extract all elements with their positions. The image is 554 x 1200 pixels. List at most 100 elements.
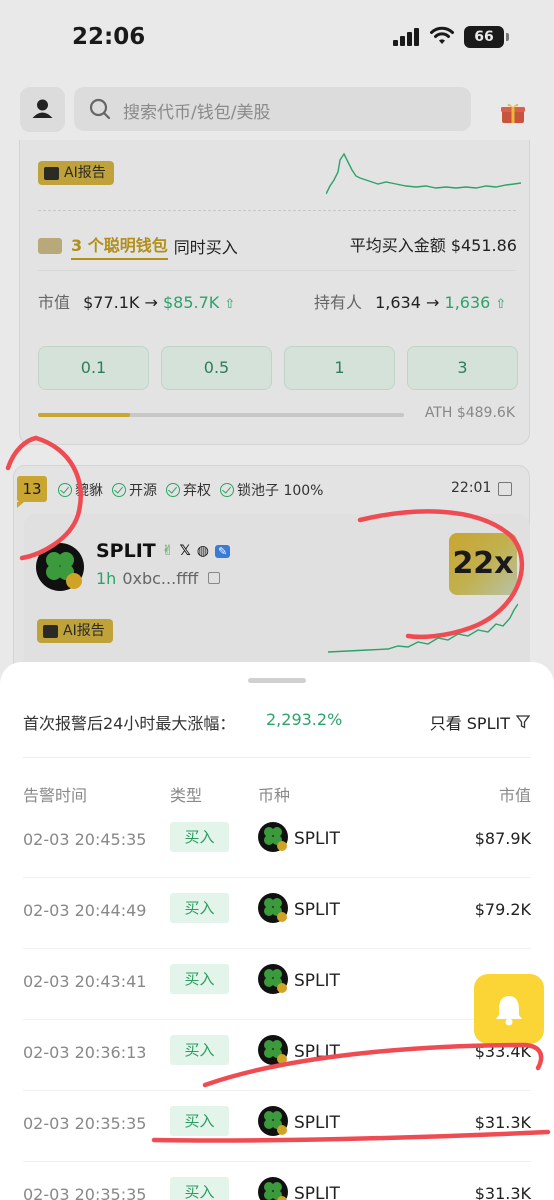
token-avatar: [258, 964, 288, 994]
smart-wallet-count[interactable]: 3 个聪明钱包: [71, 232, 168, 260]
ath-value: ATH $489.6K: [424, 405, 515, 421]
market-cap-to: $85.7K: [163, 293, 220, 312]
smart-wallet-row: 3 个聪明钱包 同时买入: [38, 232, 238, 260]
table-row[interactable]: 02-03 20:35:35 买入 SPLIT $31.3K: [0, 1162, 554, 1200]
quick-buy-button[interactable]: 3: [407, 346, 518, 390]
alert-type-badge: 买入: [170, 893, 229, 923]
copy-icon[interactable]: [208, 572, 221, 584]
arrow-up-icon: ⇧: [224, 297, 236, 312]
check-circle-icon: [166, 483, 180, 497]
tag-item: 锁池子 100%: [220, 480, 323, 500]
arrow-right-icon: →: [144, 293, 163, 312]
holders-from: 1,634: [375, 293, 421, 312]
battery-indicator: 66: [464, 26, 509, 48]
tag-item: 弃权: [166, 480, 211, 500]
x-twitter-icon[interactable]: 𝕏: [179, 543, 190, 559]
ai-report-label: AI报告: [64, 165, 106, 181]
alert-history-sheet: 首次报警后24小时最大涨幅： 2,293.2% 只看 SPLIT 告警时间 类型…: [0, 662, 554, 1200]
clover-icon: [46, 552, 82, 589]
holders-label: 持有人: [314, 293, 363, 312]
ath-progress-fill: [38, 413, 130, 417]
clover-icon: [264, 969, 287, 993]
bell-icon: [496, 996, 522, 1026]
tag-item: 貔貅: [58, 480, 103, 500]
alert-time: 22:01: [451, 480, 492, 496]
header-time: 告警时间: [23, 786, 88, 805]
clover-icon: [264, 1182, 287, 1200]
book-icon: [44, 166, 59, 180]
token-symbol: SPLIT: [294, 829, 340, 849]
table-row[interactable]: 02-03 20:36:13 买入 SPLIT $33.4K: [0, 1020, 554, 1091]
filter-icon: [516, 715, 530, 729]
alert-type-badge: 买入: [170, 822, 229, 852]
hand-icon: ✌: [161, 543, 174, 559]
token-symbol: SPLIT: [294, 971, 340, 991]
alert-time-cell: 02-03 20:45:35: [23, 830, 147, 849]
market-cap-cell: $31.3K: [474, 1113, 531, 1132]
wallet-icon: [38, 238, 62, 254]
header-mcap: 市值: [498, 786, 531, 805]
quick-buy-button[interactable]: 0.5: [161, 346, 272, 390]
market-cap-cell: $31.3K: [474, 1184, 531, 1200]
token-avatar: [258, 893, 288, 923]
clover-icon: [264, 898, 287, 922]
divider: [23, 757, 531, 758]
clover-icon: [264, 827, 287, 851]
alert-time-cell: 02-03 20:36:13: [23, 1043, 147, 1062]
token-symbol: SPLIT: [294, 900, 340, 920]
header-type: 类型: [170, 786, 203, 805]
alert-time-cell: 02-03 20:43:41: [23, 972, 147, 991]
alert-time-cell: 02-03 20:44:49: [23, 901, 147, 920]
market-cap-cell: $33.4K: [474, 1042, 531, 1061]
average-buy-amount: 平均买入金额 $451.86: [349, 236, 517, 255]
market-cap-label: 市值: [38, 293, 71, 312]
book-icon: [43, 624, 58, 638]
quick-buy-button[interactable]: 0.1: [38, 346, 149, 390]
clover-icon: [264, 1111, 287, 1135]
token-card-previous[interactable]: AI报告 3 个聪明钱包 同时买入 平均买入金额 $451.86 市值 $77.…: [19, 140, 530, 445]
token-avatar: [258, 1177, 288, 1200]
alert-type-badge: 买入: [170, 1035, 229, 1065]
external-link-icon[interactable]: [498, 482, 512, 496]
table-row[interactable]: 02-03 20:44:49 买入 SPLIT $79.2K: [0, 878, 554, 949]
price-sparkline: [328, 603, 518, 653]
token-name: SPLIT: [96, 540, 156, 562]
token-symbol: SPLIT: [294, 1184, 340, 1200]
holders-to: 1,636: [444, 293, 491, 312]
gift-icon[interactable]: [500, 102, 526, 124]
header-coin: 币种: [258, 786, 291, 805]
token-address[interactable]: 0xbc...ffff: [122, 569, 198, 588]
status-time: 22:06: [72, 24, 146, 50]
sheet-drag-handle[interactable]: [248, 678, 306, 683]
token-symbol: SPLIT: [294, 1113, 340, 1133]
profile-button[interactable]: [20, 87, 65, 132]
token-avatar: [36, 543, 84, 591]
table-row[interactable]: 02-03 20:43:41买入SPLIT$6: [0, 949, 554, 1020]
signal-icon: [393, 28, 421, 46]
price-sparkline: [326, 152, 521, 195]
table-row[interactable]: 02-03 20:35:35 买入 SPLIT $31.3K: [0, 1091, 554, 1162]
ai-report-badge[interactable]: AI报告: [37, 619, 113, 643]
smart-wallet-suffix: 同时买入: [173, 238, 238, 257]
market-cap-metric: 市值 $77.1K → $85.7K ⇧: [38, 289, 235, 313]
alert-bell-button[interactable]: [474, 974, 544, 1044]
alert-time-cell: 02-03 20:35:35: [23, 1114, 147, 1133]
rank-badge: 13: [17, 476, 47, 508]
search-icon: [89, 98, 111, 120]
globe-icon[interactable]: ◍: [197, 543, 209, 559]
ai-report-badge[interactable]: AI报告: [38, 161, 114, 185]
clover-icon: [264, 1040, 287, 1064]
token-meta: 1h 0xbc...ffff: [96, 569, 221, 588]
holders-metric: 持有人 1,634 → 1,636 ⇧: [314, 289, 506, 313]
token-avatar: [258, 1035, 288, 1065]
table-row[interactable]: 02-03 20:45:35 买入 SPLIT $87.9K: [0, 807, 554, 878]
filter-button[interactable]: 只看 SPLIT: [430, 710, 530, 734]
search-placeholder: 搜索代币/钱包/美股: [123, 103, 271, 123]
telegram-icon[interactable]: ✎: [214, 544, 231, 558]
market-cap-cell: $79.2K: [474, 900, 531, 919]
quick-buy-button[interactable]: 1: [284, 346, 395, 390]
multiplier-badge: 22x: [449, 533, 517, 595]
token-avatar: [258, 822, 288, 852]
search-input[interactable]: 搜索代币/钱包/美股: [74, 87, 471, 131]
market-cap-from: $77.1K: [83, 293, 140, 312]
